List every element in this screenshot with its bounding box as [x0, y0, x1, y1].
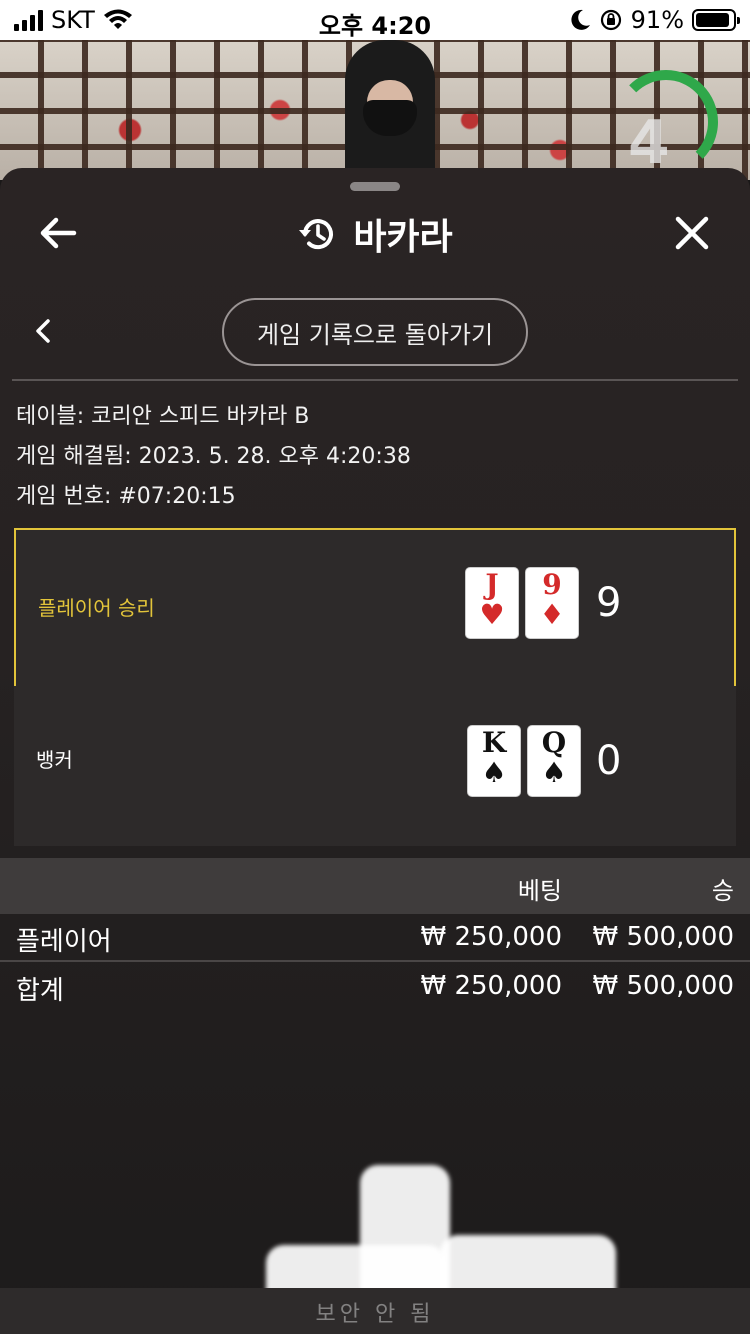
moon-icon [571, 9, 590, 30]
win-amount: ₩ 500,000 [592, 922, 735, 952]
battery-icon [692, 9, 740, 31]
card-suit: ♦ [539, 598, 565, 631]
history-sheet: 바카라 게임 기록으로 돌아가기 테이블: 코리안 스피드 바카라 B 게임 해… [0, 168, 750, 1334]
banker-card-1: K ♠ [468, 726, 520, 796]
player-result-row: 플레이어 승리 J ♥ 9 ♦ 9 [14, 528, 736, 688]
player-result-label: 플레이어 승리 [38, 596, 155, 620]
bets-header: 베팅 승 [0, 858, 750, 914]
history-icon [299, 219, 334, 250]
card-suit: ♠ [481, 756, 507, 789]
rotation-lock-icon [600, 9, 621, 31]
player-score: 9 [596, 580, 622, 626]
card-rank: J [485, 568, 499, 601]
security-notice: 보안 안 됨 [315, 1302, 435, 1327]
card-rank: Q [541, 726, 567, 759]
page-title: 바카라 [353, 217, 453, 258]
banker-card-2: Q ♠ [528, 726, 580, 796]
bet-row-label: 플레이어 [16, 927, 112, 957]
banker-result-label: 뱅커 [36, 748, 73, 772]
live-video: 4 [0, 40, 750, 180]
chevron-left-icon[interactable] [32, 316, 54, 346]
card-suit: ♥ [479, 598, 505, 631]
status-right: 91% [571, 6, 740, 34]
card-rank: K [481, 726, 507, 759]
banker-result-row: 뱅커 K ♠ Q ♠ 0 [14, 686, 736, 846]
back-to-history-button[interactable]: 게임 기록으로 돌아가기 [222, 298, 528, 366]
bet-amount: ₩ 250,000 [420, 922, 563, 952]
drag-handle[interactable] [350, 182, 400, 191]
win-amount: ₩ 500,000 [592, 971, 735, 1001]
player-card-2: 9 ♦ [526, 568, 578, 638]
card-rank: 9 [542, 568, 562, 601]
close-icon[interactable] [672, 213, 712, 253]
banker-score: 0 [596, 738, 622, 784]
bet-row-label: 합계 [16, 976, 64, 1006]
dealer-image [345, 40, 435, 180]
bet-row-total: 합계 ₩ 250,000 ₩ 500,000 [0, 963, 750, 1011]
battery-percent: 91% [630, 6, 684, 34]
bet-column-header: 베팅 [517, 877, 562, 905]
header-title-group: 바카라 [0, 206, 750, 262]
bet-amount: ₩ 250,000 [420, 971, 563, 1001]
win-column-header: 승 [711, 877, 734, 905]
divider [0, 960, 750, 962]
divider [12, 379, 738, 381]
status-bar: SKT 오후 4:20 91% [0, 0, 750, 40]
bet-row-player: 플레이어 ₩ 250,000 ₩ 500,000 [0, 914, 750, 962]
card-suit: ♠ [541, 756, 567, 789]
player-card-1: J ♥ [466, 568, 518, 638]
table-info: 테이블: 코리안 스피드 바카라 B [16, 404, 310, 429]
game-number-info: 게임 번호: #07:20:15 [16, 484, 236, 509]
resolved-info: 게임 해결됨: 2023. 5. 28. 오후 4:20:38 [16, 444, 411, 469]
